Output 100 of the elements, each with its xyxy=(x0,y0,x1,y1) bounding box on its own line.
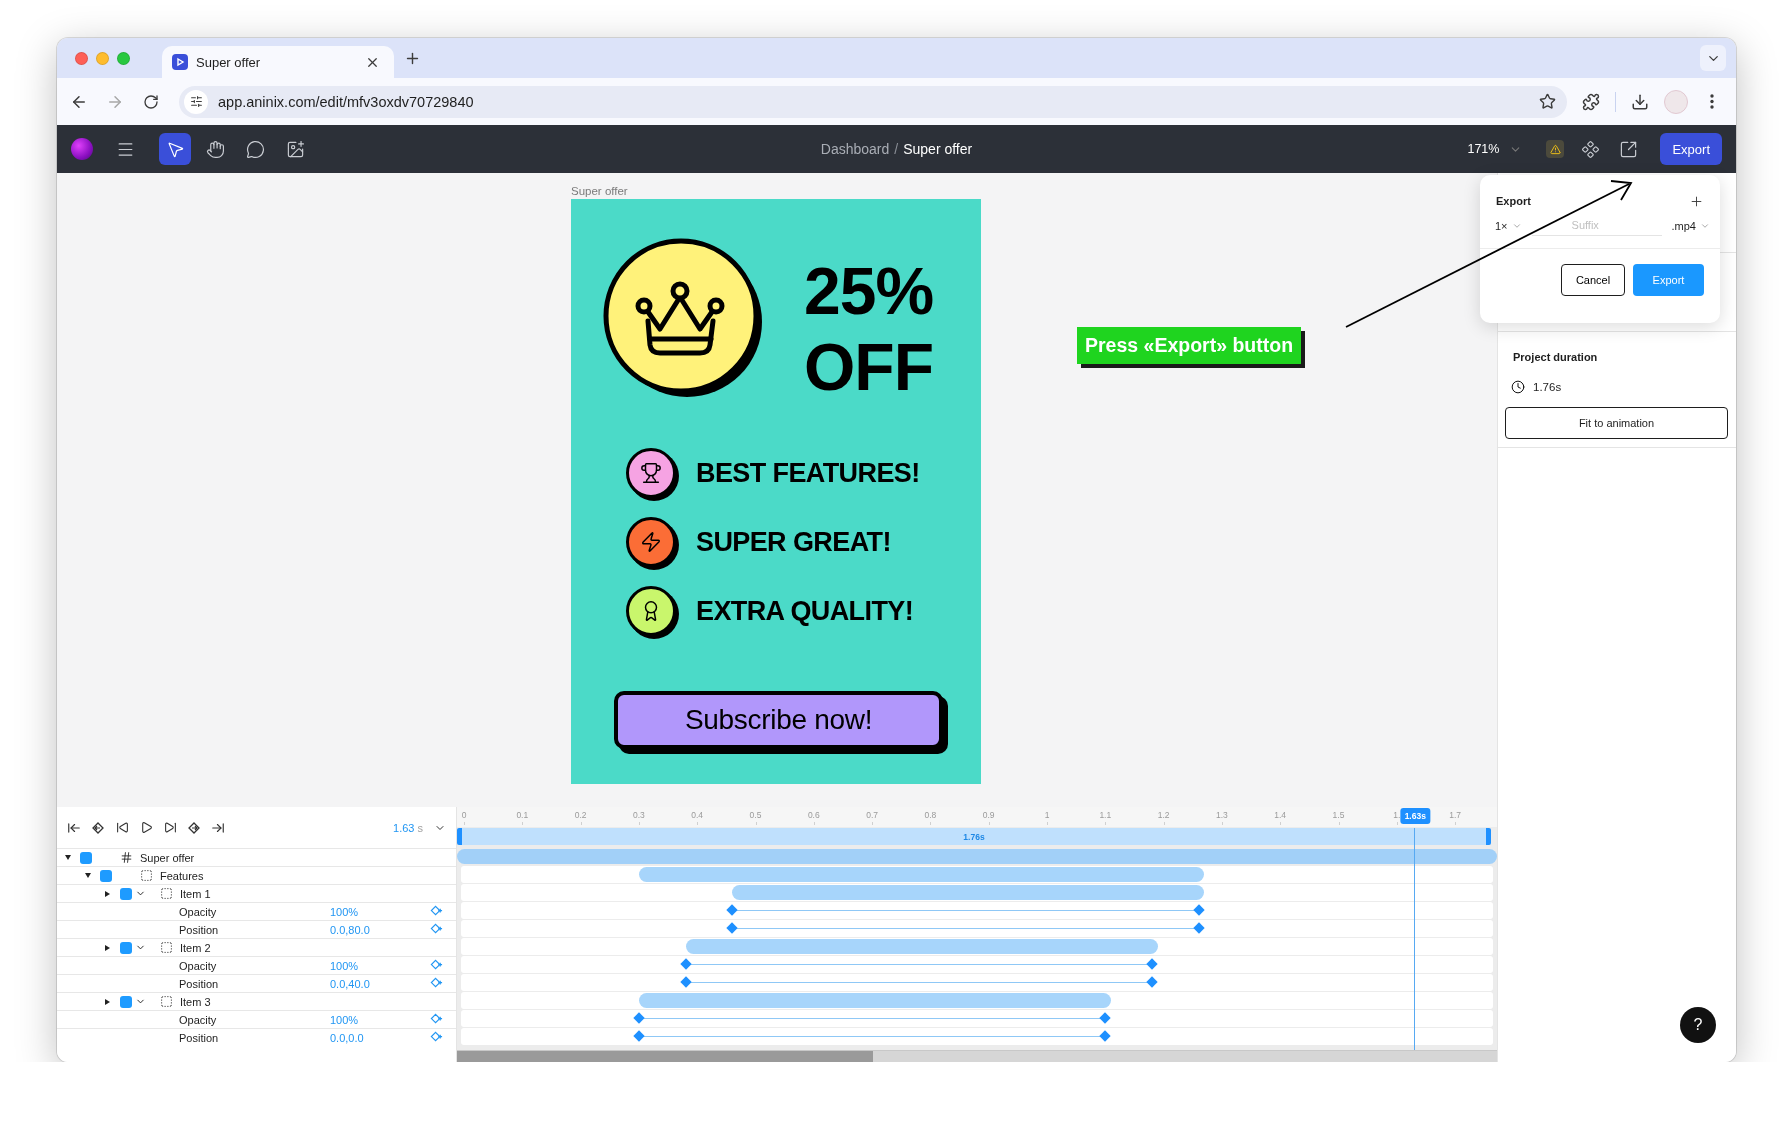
animation-clip[interactable] xyxy=(457,849,1497,864)
layer-color-square[interactable] xyxy=(100,869,112,882)
layer-row[interactable]: Item 2 xyxy=(57,938,456,956)
layer-row[interactable]: Item 1 xyxy=(57,884,456,902)
property-name: Opacity xyxy=(179,905,218,918)
layer-row[interactable]: Super offer xyxy=(57,848,456,866)
app-logo[interactable] xyxy=(71,138,93,160)
browser-tab[interactable]: Super offer xyxy=(162,46,394,78)
trophy-icon xyxy=(640,462,662,484)
sliders-icon xyxy=(189,95,203,108)
animation-clip[interactable] xyxy=(638,867,1205,882)
zoom-dropdown[interactable]: 171% xyxy=(1467,142,1523,156)
feature-text: SUPER GREAT! xyxy=(696,526,891,558)
breadcrumb-separator: / xyxy=(894,141,899,157)
keyframe-step-icon xyxy=(91,820,105,835)
ruler-tick-label: 0.8 xyxy=(924,810,937,820)
property-row[interactable]: Position 0.0,40.0 xyxy=(57,974,456,992)
property-row[interactable]: Opacity 100% xyxy=(57,902,456,920)
step-back-icon xyxy=(115,821,129,834)
off-headline: OFF xyxy=(804,329,934,405)
ruler-tick-label: 0.7 xyxy=(866,810,878,820)
fit-to-animation-button[interactable]: Fit to animation xyxy=(1505,407,1728,439)
minimize-window-button[interactable] xyxy=(96,51,109,65)
zoom-window-button[interactable] xyxy=(117,51,130,65)
property-name: Position xyxy=(179,1031,220,1044)
discount-headline: 25% xyxy=(804,253,934,329)
animation-clip[interactable] xyxy=(732,885,1205,900)
keyframe-icon xyxy=(429,1031,443,1044)
star-icon xyxy=(1538,93,1556,110)
scrollbar-thumb[interactable] xyxy=(457,1051,873,1062)
dashed-square-icon xyxy=(160,995,173,1008)
animation-clip[interactable] xyxy=(685,939,1158,954)
pointer-tool-button[interactable] xyxy=(159,133,191,165)
keyframe-icon xyxy=(429,923,443,936)
close-window-button[interactable] xyxy=(75,51,88,65)
ruler-tick-label: 0.9 xyxy=(982,810,995,820)
ruler-tick-label: 0.4 xyxy=(691,810,704,820)
clock-icon xyxy=(1511,380,1525,394)
feature-text: BEST FEATURES! xyxy=(696,457,920,489)
breadcrumb-link[interactable]: Super offer xyxy=(903,141,973,157)
property-row[interactable]: Opacity 100% xyxy=(57,1010,456,1028)
property-row[interactable]: Position 0.0,80.0 xyxy=(57,920,456,938)
cancel-button[interactable]: Cancel xyxy=(1561,264,1625,296)
expand-caret-icon[interactable] xyxy=(105,944,110,951)
more-icon xyxy=(1710,94,1714,109)
ruler-tick-label: 0 xyxy=(461,810,467,820)
download-icon xyxy=(1631,92,1649,111)
tab-list-button[interactable] xyxy=(1700,45,1726,71)
keyframe-icon xyxy=(429,959,443,972)
format-dropdown[interactable]: .mp4 xyxy=(1671,219,1710,232)
expand-caret-icon[interactable] xyxy=(105,998,110,1005)
diamonds-icon xyxy=(1580,139,1600,159)
property-row[interactable]: Position 0.0,0.0 xyxy=(57,1028,456,1046)
expand-caret-icon[interactable] xyxy=(105,890,110,897)
layer-color-square[interactable] xyxy=(120,887,132,900)
layer-row[interactable]: Features xyxy=(57,866,456,884)
layer-color-square[interactable] xyxy=(120,941,132,954)
property-name: Opacity xyxy=(179,959,218,972)
keyframe-icon xyxy=(429,1013,443,1026)
play-icon xyxy=(139,821,153,834)
step-forward-icon xyxy=(163,821,177,834)
lightning-icon xyxy=(640,531,662,553)
playhead-line[interactable] xyxy=(1414,828,1416,1050)
expand-caret-icon[interactable] xyxy=(65,855,71,860)
arrow-to-end-icon xyxy=(211,820,225,835)
puzzle-icon xyxy=(1582,92,1600,111)
ruler-tick-label: 1.3 xyxy=(1216,810,1228,820)
ruler-tick-label: 1.1 xyxy=(1099,810,1112,820)
site-settings-button[interactable] xyxy=(184,89,208,114)
tab-title: Super offer xyxy=(196,54,262,70)
ruler-tick-label: 1.5 xyxy=(1332,810,1345,820)
reload-icon xyxy=(143,93,159,110)
section-title: Project duration xyxy=(1513,351,1599,363)
keyframe-icon xyxy=(429,977,443,990)
property-name: Position xyxy=(179,977,220,990)
property-name: Position xyxy=(179,923,220,936)
dashed-square-icon xyxy=(160,941,173,954)
ruler-tick-label: 0.2 xyxy=(574,810,587,820)
layer-color-square[interactable] xyxy=(80,851,92,864)
warning-button[interactable] xyxy=(1546,140,1565,158)
keyframe-icon xyxy=(429,905,443,918)
animation-clip[interactable] xyxy=(638,993,1112,1008)
popover-title: Export xyxy=(1496,195,1531,207)
arrow-to-start-icon xyxy=(67,820,81,835)
property-row[interactable]: Opacity 100% xyxy=(57,956,456,974)
layer-name: Item 3 xyxy=(180,995,211,1008)
play-logo-icon xyxy=(172,54,188,70)
duration-label: 1.76s xyxy=(963,831,985,842)
ruler-tick-label: 0.6 xyxy=(807,810,820,820)
export-button[interactable]: Export xyxy=(1660,133,1722,165)
layer-row[interactable]: Item 3 xyxy=(57,992,456,1010)
breadcrumb-link[interactable]: Dashboard xyxy=(820,141,890,157)
help-button[interactable]: ? xyxy=(1680,1007,1716,1043)
warning-icon xyxy=(1549,143,1561,155)
hash-icon xyxy=(120,851,133,864)
add-export-button[interactable] xyxy=(1688,193,1704,209)
expand-caret-icon[interactable] xyxy=(85,873,91,878)
layer-color-square[interactable] xyxy=(120,995,132,1008)
speech-bubble-icon xyxy=(245,139,265,159)
scale-dropdown[interactable]: 1× xyxy=(1495,219,1522,232)
